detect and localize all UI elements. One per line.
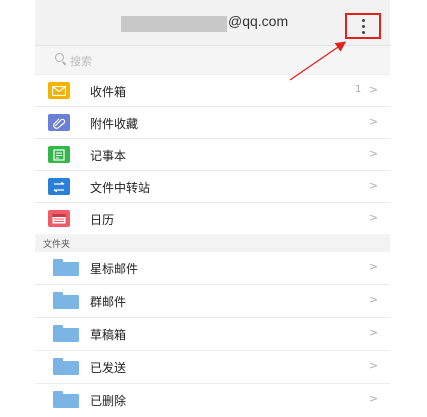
annotation-arrow	[289, 41, 347, 81]
